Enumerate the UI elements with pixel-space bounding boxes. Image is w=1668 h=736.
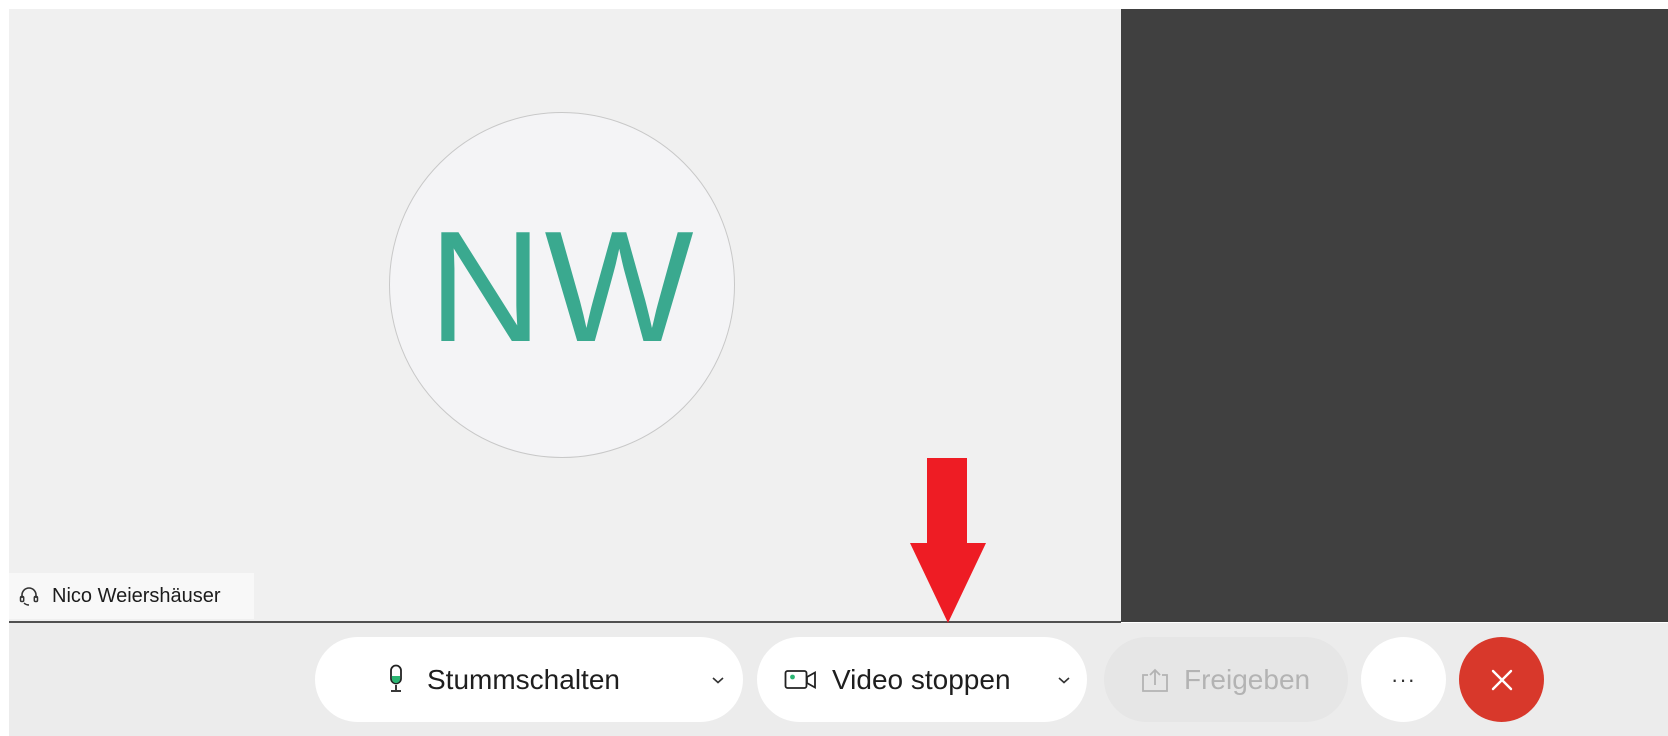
video-options-chevron-down-icon[interactable] bbox=[1057, 675, 1071, 685]
participant-avatar: NW bbox=[389, 112, 735, 458]
microphone-icon bbox=[387, 664, 405, 696]
annotation-arrow-down bbox=[910, 458, 986, 623]
mute-button[interactable]: Stummschalten bbox=[315, 637, 743, 722]
headset-icon bbox=[18, 585, 40, 607]
share-upload-icon bbox=[1140, 667, 1170, 693]
more-options-button[interactable]: ··· bbox=[1361, 637, 1446, 722]
meeting-stage: NW Nico Weiershäuser Stummschalten Video… bbox=[9, 9, 1668, 736]
participant-name-tag: Nico Weiershäuser bbox=[9, 573, 254, 619]
avatar-initials: NW bbox=[428, 199, 696, 375]
more-options-label: ··· bbox=[1391, 666, 1416, 692]
self-view-video bbox=[1121, 9, 1668, 622]
mute-label: Stummschalten bbox=[427, 663, 620, 695]
participant-name: Nico Weiershäuser bbox=[52, 584, 221, 607]
share-button[interactable]: Freigeben bbox=[1104, 637, 1348, 722]
video-label: Video stoppen bbox=[832, 663, 1011, 695]
meeting-toolbar: Stummschalten Video stoppen Freigeben ··… bbox=[9, 623, 1668, 736]
stop-video-button[interactable]: Video stoppen bbox=[757, 637, 1087, 722]
share-label: Freigeben bbox=[1184, 663, 1311, 695]
mute-options-chevron-down-icon[interactable] bbox=[711, 675, 725, 685]
leave-meeting-button[interactable] bbox=[1459, 637, 1544, 722]
close-icon bbox=[1489, 667, 1515, 693]
video-camera-icon bbox=[784, 669, 818, 691]
